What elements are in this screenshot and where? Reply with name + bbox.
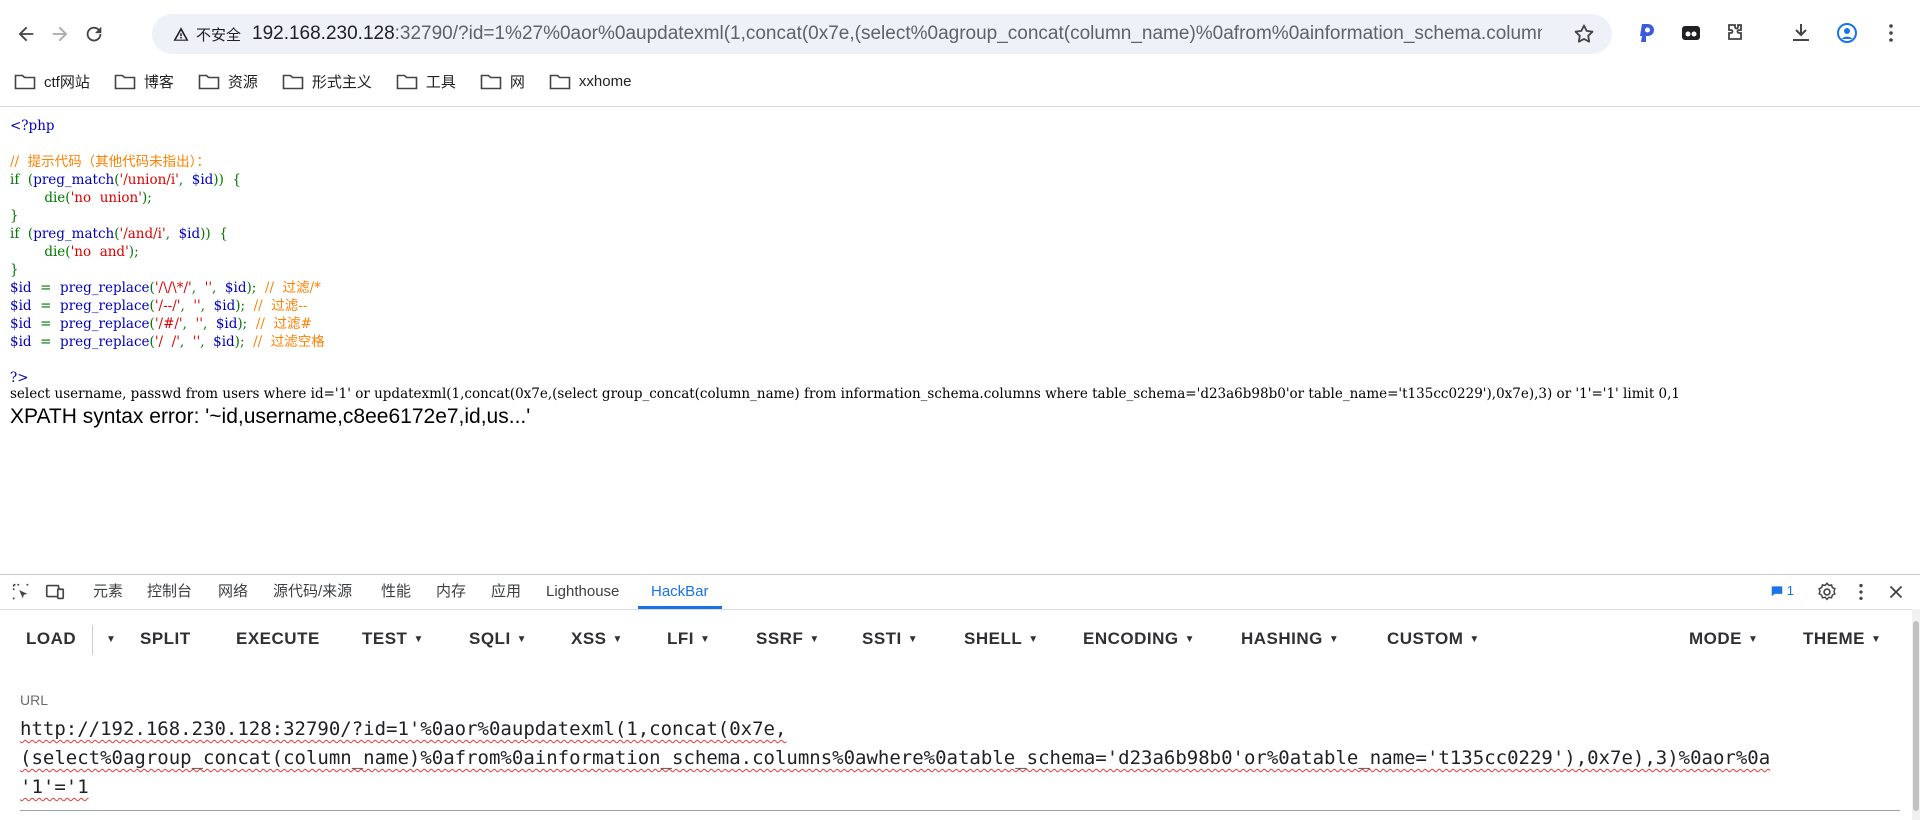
sqli-menu-button[interactable]: SQLI ▼ bbox=[469, 609, 527, 669]
folder-icon bbox=[480, 74, 502, 90]
test-menu-button[interactable]: TEST ▼ bbox=[362, 609, 424, 669]
tab-sources[interactable]: 源代码/来源 bbox=[273, 575, 352, 609]
bookmark-folder[interactable]: xxhome bbox=[549, 72, 631, 90]
sql-query-output: select username, passwd from users where… bbox=[10, 386, 1680, 402]
browser-menu-icon[interactable] bbox=[1876, 18, 1906, 48]
reload-icon bbox=[86, 26, 102, 42]
folder-icon bbox=[114, 74, 136, 90]
more-options-icon[interactable] bbox=[1850, 581, 1872, 603]
caret-down-icon: ▼ bbox=[907, 633, 919, 645]
caret-down-icon: ▼ bbox=[1469, 633, 1480, 645]
browser-chrome: 不安全 192.168.230.128:32790/?id=1%27%0aor%… bbox=[0, 0, 1920, 107]
warning-icon bbox=[173, 27, 189, 41]
mode-menu-button[interactable]: MODE ▼ bbox=[1689, 609, 1758, 669]
bookmark-folder[interactable]: 工具 bbox=[396, 71, 456, 92]
folder-icon bbox=[396, 74, 418, 90]
lfi-menu-button[interactable]: LFI ▼ bbox=[667, 609, 710, 669]
execute-button[interactable]: EXECUTE bbox=[236, 609, 320, 669]
folder-icon bbox=[198, 74, 220, 90]
url-input-underline bbox=[20, 810, 1900, 811]
tab-console[interactable]: 控制台 bbox=[147, 575, 192, 609]
insecure-label: 不安全 bbox=[196, 26, 242, 44]
caret-down-icon: ▼ bbox=[1328, 633, 1340, 645]
inspect-element-icon[interactable] bbox=[10, 581, 32, 603]
tab-network[interactable]: 网络 bbox=[218, 575, 248, 609]
custom-menu-button[interactable]: CUSTOM ▼ bbox=[1387, 609, 1480, 669]
tab-application[interactable]: 应用 bbox=[491, 575, 521, 609]
hackbar-toolbar: LOAD ▼ SPLIT EXECUTE TEST ▼ SQLI ▼ XSS ▼ LF… bbox=[0, 609, 1914, 669]
bookmark-folder[interactable]: 网 bbox=[480, 71, 525, 92]
folder-icon bbox=[549, 74, 571, 90]
xss-menu-button[interactable]: XSS ▼ bbox=[571, 609, 623, 669]
bookmark-folder[interactable]: ctf网站 bbox=[14, 71, 90, 92]
reload-button[interactable] bbox=[76, 16, 112, 52]
back-button[interactable] bbox=[8, 16, 44, 52]
caret-down-icon: ▼ bbox=[106, 633, 117, 645]
hashing-menu-button[interactable]: HASHING ▼ bbox=[1241, 609, 1339, 669]
address-bar[interactable]: 不安全 192.168.230.128:32790/?id=1%27%0aor%… bbox=[152, 14, 1612, 54]
php-source-code: <?php // 提示代码（其他代码未指出）： if (preg_match('… bbox=[10, 118, 325, 386]
caret-down-icon: ▼ bbox=[700, 633, 711, 645]
tab-performance[interactable]: 性能 bbox=[381, 575, 411, 609]
hackbar-url-input[interactable]: http://192.168.230.128:32790/?id=1'%0aor… bbox=[20, 715, 1890, 802]
load-dropdown-button[interactable]: ▼ bbox=[100, 609, 116, 669]
device-toolbar-icon[interactable] bbox=[44, 581, 66, 603]
hackbar-scrollbar[interactable] bbox=[1912, 609, 1920, 820]
caret-down-icon: ▼ bbox=[612, 633, 623, 645]
url-host: 192.168.230.128 bbox=[252, 23, 395, 44]
caret-down-icon: ▼ bbox=[809, 633, 820, 645]
extension-mask-icon[interactable] bbox=[1676, 18, 1706, 48]
message-icon bbox=[1771, 585, 1783, 596]
shell-menu-button[interactable]: SHELL ▼ bbox=[964, 609, 1039, 669]
tab-hackbar[interactable]: HackBar bbox=[638, 575, 722, 609]
extension-p-icon[interactable] bbox=[1632, 18, 1662, 48]
bookmark-folder[interactable]: 博客 bbox=[114, 71, 174, 92]
url-field-label: URL bbox=[20, 692, 49, 708]
url-path: :32790/?id=1%27%0aor%0aupdatexml(1,conca… bbox=[394, 23, 1542, 44]
security-indicator[interactable]: 不安全 bbox=[172, 14, 241, 54]
load-button[interactable]: LOAD bbox=[26, 609, 76, 669]
xpath-error-output: XPATH syntax error: '~id,username,c8ee61… bbox=[10, 405, 531, 428]
devtools-panel: 元素 控制台 网络 源代码/来源 性能 内存 应用 Lighthouse Hac… bbox=[0, 574, 1920, 820]
bookmarks-bar: ctf网站 博客 资源 形式主义 工具 网 xxhome bbox=[0, 64, 655, 98]
settings-gear-icon[interactable] bbox=[1816, 581, 1838, 603]
bookmark-star-icon[interactable] bbox=[1572, 22, 1596, 46]
issues-badge[interactable]: 1 bbox=[1770, 583, 1794, 598]
extensions-puzzle-icon[interactable] bbox=[1720, 18, 1750, 48]
arrow-left-icon bbox=[18, 26, 34, 42]
devtools-tab-bar: 元素 控制台 网络 源代码/来源 性能 内存 应用 Lighthouse Hac… bbox=[0, 575, 1920, 610]
caret-down-icon: ▼ bbox=[413, 633, 424, 645]
caret-down-icon: ▼ bbox=[1184, 633, 1196, 645]
folder-icon bbox=[14, 74, 36, 90]
caret-down-icon: ▼ bbox=[1748, 633, 1759, 645]
page-content: <?php // 提示代码（其他代码未指出）： if (preg_match('… bbox=[0, 107, 1920, 572]
encoding-menu-button[interactable]: ENCODING ▼ bbox=[1083, 609, 1195, 669]
profile-avatar-icon[interactable] bbox=[1832, 18, 1862, 48]
forward-button[interactable] bbox=[42, 16, 78, 52]
close-devtools-icon[interactable] bbox=[1885, 581, 1907, 603]
ssrf-menu-button[interactable]: SSRF ▼ bbox=[756, 609, 820, 669]
bookmark-folder[interactable]: 形式主义 bbox=[282, 71, 372, 92]
download-icon[interactable] bbox=[1786, 18, 1816, 48]
folder-icon bbox=[282, 74, 304, 90]
toolbar-divider bbox=[92, 625, 93, 655]
caret-down-icon: ▼ bbox=[1028, 633, 1039, 645]
caret-down-icon: ▼ bbox=[1871, 633, 1882, 645]
arrow-right-icon bbox=[52, 26, 68, 42]
scrollbar-thumb[interactable] bbox=[1913, 621, 1919, 811]
url-text[interactable]: 192.168.230.128:32790/?id=1%27%0aor%0aup… bbox=[252, 14, 1542, 54]
theme-menu-button[interactable]: THEME ▼ bbox=[1803, 609, 1881, 669]
split-button[interactable]: SPLIT bbox=[140, 609, 191, 669]
tab-elements[interactable]: 元素 bbox=[93, 575, 123, 609]
caret-down-icon: ▼ bbox=[516, 633, 528, 645]
ssti-menu-button[interactable]: SSTI ▼ bbox=[862, 609, 918, 669]
bookmark-folder[interactable]: 资源 bbox=[198, 71, 258, 92]
tab-lighthouse[interactable]: Lighthouse bbox=[546, 575, 619, 609]
tab-memory[interactable]: 内存 bbox=[436, 575, 466, 609]
